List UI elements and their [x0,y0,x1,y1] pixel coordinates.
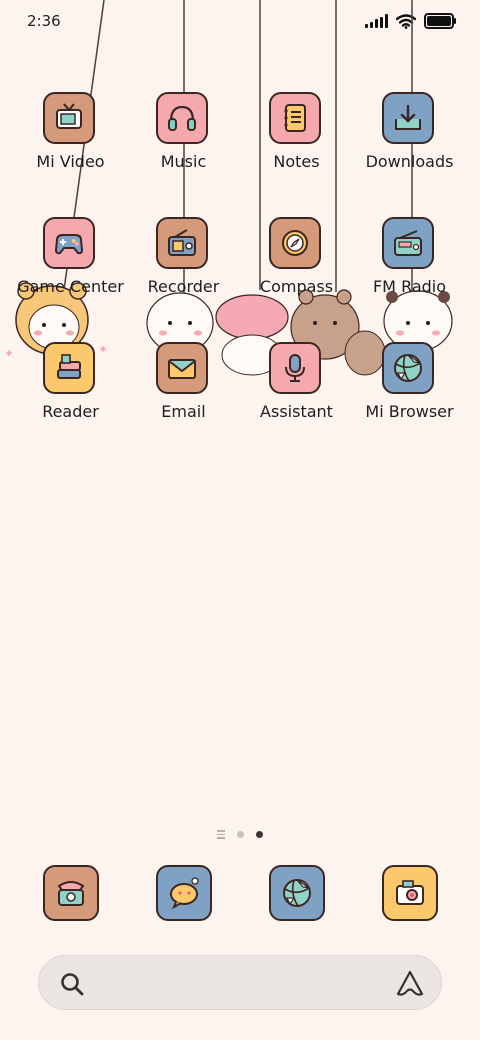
tv-icon-tile[interactable] [43,92,95,144]
app-label: Mi Browser [365,402,454,421]
microphone-icon [285,354,305,382]
app-mi-video[interactable]: Mi Video [14,92,127,202]
app-email[interactable]: Email [127,342,240,452]
envelope-icon-tile[interactable] [156,342,208,394]
chat-bubble-icon-tile[interactable] [156,865,212,921]
globe-icon-tile[interactable] [269,865,325,921]
notebook-icon-tile[interactable] [269,92,321,144]
fm-radio-icon [394,230,422,256]
envelope-icon [168,359,196,379]
app-compass[interactable]: Compass [240,217,353,327]
dock-app-chat-bubble[interactable] [156,865,212,921]
assistant-logo-icon[interactable] [395,969,425,999]
app-game-center[interactable]: Game Center [14,217,127,327]
app-recorder[interactable]: Recorder [127,217,240,327]
gamepad-icon-tile[interactable] [43,217,95,269]
gamepad-icon [54,234,84,255]
page-indicator[interactable] [0,830,480,839]
app-downloads[interactable]: Downloads [353,92,466,202]
books-icon-tile[interactable] [43,342,95,394]
page-dot-active[interactable] [256,830,263,838]
compass-icon [282,230,308,256]
notebook-icon [284,104,306,132]
app-label: Downloads [365,152,454,171]
app-notes[interactable]: Notes [240,92,353,202]
camera-icon-tile[interactable] [382,865,438,921]
app-fm-radio[interactable]: FM Radio [353,217,466,327]
camera-icon [396,880,424,905]
radio-recorder-icon-tile[interactable] [156,217,208,269]
app-music[interactable]: Music [127,92,240,202]
app-assistant[interactable]: Assistant [240,342,353,452]
app-reader[interactable]: Reader [14,342,127,452]
microphone-icon-tile[interactable] [269,342,321,394]
fm-radio-icon-tile[interactable] [382,217,434,269]
dock-app-camera[interactable] [382,865,438,921]
compass-icon-tile[interactable] [269,217,321,269]
dock-app-phone[interactable] [43,865,99,921]
globe-icon [394,354,422,382]
phone-icon-tile[interactable] [43,865,99,921]
app-mi-browser[interactable]: Mi Browser [353,342,466,452]
radio-recorder-icon [168,229,196,256]
headphones-icon-tile[interactable] [156,92,208,144]
dock-app-globe[interactable] [269,865,325,921]
search-bar[interactable] [38,955,442,1010]
books-icon [57,354,81,379]
globe-icon [283,879,311,907]
globe-icon-tile[interactable] [382,342,434,394]
tv-icon [56,103,82,129]
search-input[interactable] [95,968,385,1000]
download-tray-icon [395,105,421,130]
app-label: FM Radio [372,277,447,296]
download-tray-icon-tile[interactable] [382,92,434,144]
phone-icon [57,881,85,906]
search-icon[interactable] [59,971,85,997]
feed-lines-icon[interactable] [217,830,225,839]
chat-bubble-icon [170,877,199,910]
page-dot[interactable] [237,830,244,838]
headphones-icon [168,105,196,131]
